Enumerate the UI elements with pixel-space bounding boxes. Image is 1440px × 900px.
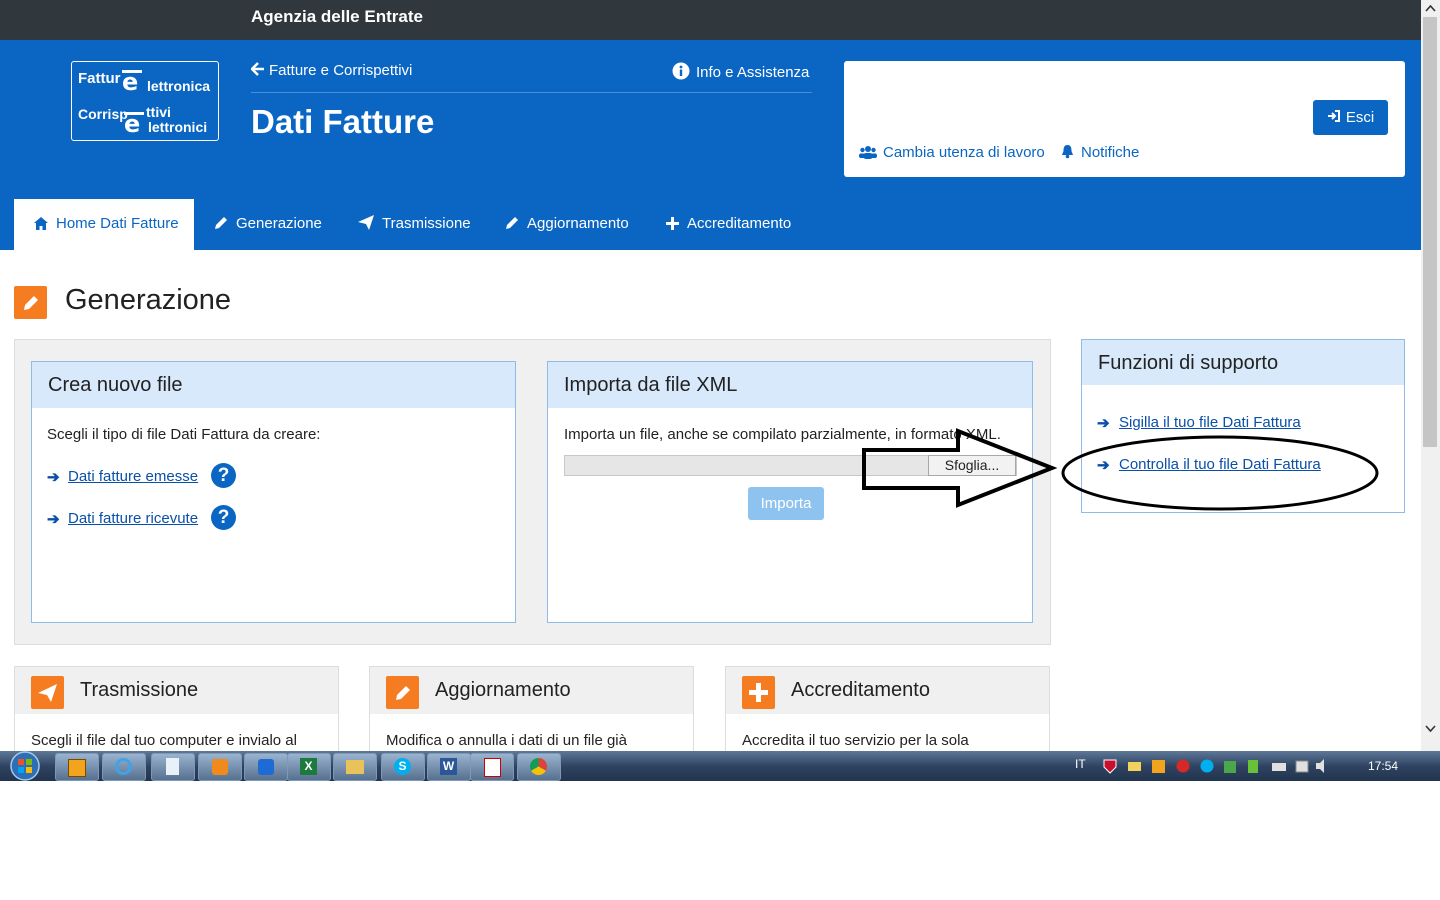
annotation-ellipse-icon [1061, 435, 1379, 511]
nav-label: Home Dati Fatture [56, 215, 179, 232]
card-header: Funzioni di supporto [1082, 340, 1404, 385]
info-link[interactable]: Info e Assistenza [672, 62, 809, 81]
agency-name[interactable]: Agenzia delle Entrate [251, 7, 423, 27]
scroll-down-icon[interactable] [1425, 725, 1436, 733]
card-title: Importa da file XML [564, 374, 738, 396]
nav-trasmissione[interactable]: Trasmissione [358, 199, 471, 250]
info-icon [672, 62, 690, 80]
taskbar-explorer-icon[interactable] [333, 753, 377, 781]
scrollbar-thumb[interactable] [1423, 17, 1437, 447]
logout-label: Esci [1345, 109, 1375, 126]
notifications-link[interactable]: Notifiche [1060, 144, 1139, 161]
taskbar-ie-icon[interactable] [102, 753, 146, 781]
arrow-right-icon: ➔ [47, 511, 60, 528]
logo-e-mark-icon-2: e [124, 110, 144, 136]
taskbar-acrobat-icon[interactable] [470, 753, 514, 781]
logo-line2: Corrisp [78, 106, 128, 122]
home-icon [34, 217, 48, 230]
dati-fatture-ricevute-link[interactable]: Dati fatture ricevute [68, 510, 198, 527]
card-description: Accredita il tuo servizio per la sola [742, 732, 969, 749]
paper-plane-icon [358, 215, 374, 230]
nav-accreditamento[interactable]: Accreditamento [666, 199, 791, 250]
page-title: Dati Fatture [251, 103, 435, 140]
card-description: Scegli il file dal tuo computer e invial… [31, 732, 297, 749]
bell-icon [1062, 145, 1073, 159]
clock[interactable]: 17:54 [1368, 759, 1398, 773]
pencil-icon [386, 676, 419, 709]
taskbar-notepad-icon[interactable] [151, 753, 195, 781]
help-icon[interactable]: ? [211, 505, 236, 530]
taskbar-outlook-icon[interactable] [55, 753, 99, 781]
logo-line1b: lettronica [147, 78, 211, 94]
plus-icon [742, 676, 775, 709]
help-icon[interactable]: ? [211, 463, 236, 488]
section-title: Generazione [65, 284, 232, 316]
card-header: Importa da file XML [548, 362, 1032, 408]
card-header: Crea nuovo file [32, 362, 515, 408]
pencil-icon [215, 217, 227, 229]
crea-nuovo-file-card: Crea nuovo file [31, 361, 516, 623]
card-title: Aggiornamento [435, 679, 571, 701]
info-link-label: Info e Assistenza [696, 64, 810, 81]
taskbar-media-player-icon[interactable] [198, 753, 242, 781]
fatture-elettroniche-logo[interactable]: e Fattur lettronica Corrisp ttivi e lett… [71, 61, 219, 141]
card-description: Modifica o annulla i dati di un file già [386, 732, 627, 749]
nav-aggiornamento[interactable]: Aggiornamento [505, 199, 629, 250]
card-title: Accreditamento [791, 679, 930, 701]
taskbar-chrome-icon[interactable] [517, 753, 561, 781]
scroll-up-icon[interactable] [1425, 4, 1436, 12]
logout-icon [1327, 110, 1340, 122]
arrow-right-icon: ➔ [47, 469, 60, 486]
nav-generazione[interactable]: Generazione [214, 199, 322, 250]
start-button-icon[interactable] [6, 751, 46, 781]
annotation-arrow-icon [862, 428, 1058, 508]
pencil-icon [506, 217, 518, 229]
user-panel: Esci Cambia utenza di lavoro Notifiche [844, 61, 1405, 177]
nav-home-dati-fatture[interactable]: Home Dati Fatture [14, 199, 194, 250]
taskbar-skype-icon[interactable]: S [381, 753, 425, 781]
trasmissione-card: Trasmissione Scegli il file dal tuo comp… [14, 666, 339, 751]
crea-description: Scegli il tipo di file Dati Fattura da c… [47, 426, 321, 443]
taskbar-word-icon[interactable]: W [427, 753, 471, 781]
plus-icon [666, 217, 679, 230]
taskbar-teamviewer-icon[interactable] [244, 753, 288, 781]
card-title: Crea nuovo file [48, 374, 183, 396]
import-button[interactable]: Importa [748, 487, 824, 520]
system-tray-icons [1103, 759, 1324, 774]
users-icon [859, 146, 877, 159]
taskbar-excel-icon[interactable]: X [287, 753, 331, 781]
logo-line2b: ttivi [146, 104, 171, 120]
card-title: Trasmissione [80, 679, 199, 701]
section-pencil-icon [14, 286, 47, 319]
logo-line1: Fattur [78, 70, 121, 87]
change-user-label: Cambia utenza di lavoro [883, 144, 1045, 161]
nav-label: Accreditamento [687, 215, 792, 232]
browser-viewport: Agenzia delle Entrate e Fattur lettronic… [0, 0, 1421, 751]
dati-fatture-emesse-link[interactable]: Dati fatture emesse [68, 468, 198, 485]
back-link-label: Fatture e Corrispettivi [269, 62, 413, 79]
arrow-left-icon [250, 62, 264, 76]
accreditamento-card: Accreditamento Accredita il tuo servizio… [725, 666, 1050, 751]
nav-label: Aggiornamento [527, 215, 629, 232]
logo-line3: lettronici [148, 119, 208, 135]
main-nav: Home Dati Fatture Generazione Trasmissio… [0, 199, 1421, 250]
nav-label: Trasmissione [382, 215, 471, 232]
header-divider [251, 92, 812, 93]
change-user-link[interactable]: Cambia utenza di lavoro [859, 144, 1045, 161]
nav-label: Generazione [236, 215, 322, 232]
logo-e-mark-icon: e [122, 68, 142, 94]
annotation-overlay [862, 428, 1379, 511]
language-indicator[interactable]: IT [1075, 757, 1086, 771]
notifications-label: Notifiche [1081, 144, 1140, 161]
agency-topbar: Agenzia delle Entrate [0, 0, 1421, 40]
logout-button[interactable]: Esci [1313, 100, 1388, 135]
aggiornamento-card: Aggiornamento Modifica o annulla i dati … [369, 666, 694, 751]
back-link[interactable]: Fatture e Corrispettivi [250, 62, 413, 79]
paper-plane-icon [31, 676, 64, 709]
card-title: Funzioni di supporto [1098, 352, 1279, 374]
